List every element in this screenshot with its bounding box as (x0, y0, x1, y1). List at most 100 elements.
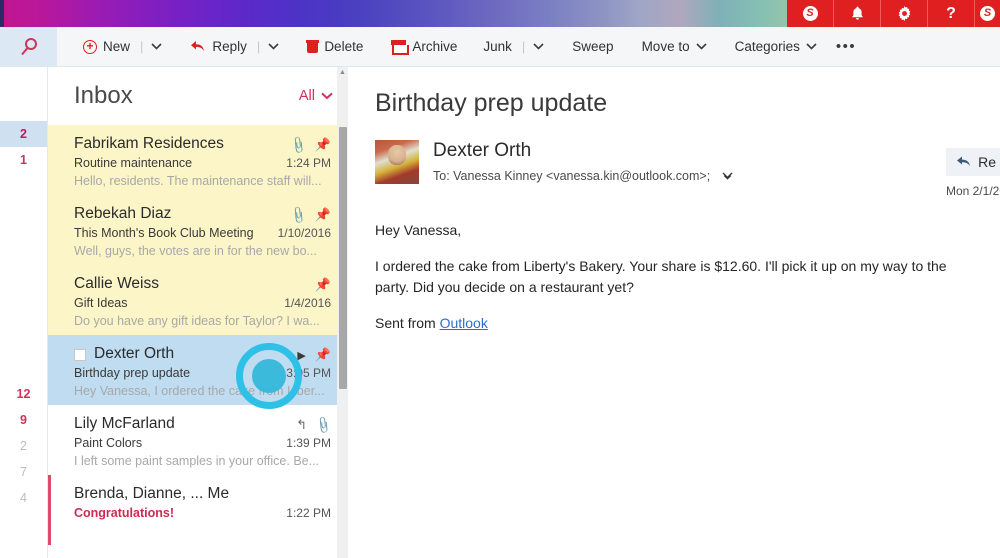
pin-icon[interactable]: 📌 (315, 277, 331, 293)
junk-button[interactable]: Junk (474, 33, 521, 61)
outlook-window: S ? S + New | Reply | Delete Archive Jun… (0, 0, 1000, 558)
list-item[interactable]: Callie Weiss 📌 Gift Ideas 1/4/2016 Do yo… (48, 265, 347, 335)
message-rows: Fabrikam Residences 📎 📌 Routine maintena… (48, 125, 347, 545)
new-label: New (103, 39, 131, 54)
message-body: Hey Vanessa, I ordered the cake from Lib… (375, 220, 975, 333)
message-subject: Birthday prep update (375, 89, 608, 117)
reply-label: Reply (212, 39, 247, 54)
reply-button[interactable]: Re (946, 148, 1000, 176)
new-dropdown-caret-icon[interactable] (144, 39, 169, 54)
sidebar-item-count-12[interactable]: 12 (0, 381, 47, 407)
sidebar-item-count-4[interactable]: 4 (0, 485, 47, 511)
junk-dropdown-caret-icon[interactable] (526, 39, 551, 54)
sender-name: Lily McFarland (74, 415, 175, 432)
flag-arrow-icon[interactable]: ▶ (297, 349, 305, 362)
select-checkbox[interactable] (74, 349, 86, 361)
sweep-button[interactable]: Sweep (563, 33, 622, 61)
reply-dropdown-caret-icon[interactable] (261, 39, 286, 54)
row-top: Brenda, Dianne, ... Me (74, 485, 331, 503)
sender-name: Fabrikam Residences (74, 135, 224, 152)
list-item[interactable]: Brenda, Dianne, ... Me Congratulations! … (48, 475, 347, 545)
row-top: Dexter Orth ▶ 📌 (74, 345, 331, 363)
sender-name: Dexter Orth (94, 345, 175, 362)
scroll-up-arrow-icon[interactable]: ▲ (337, 67, 348, 78)
row-mid: Routine maintenance 1:24 PM (74, 156, 331, 170)
delete-button[interactable]: Delete (298, 33, 372, 61)
expand-recipients-caret-icon[interactable] (722, 172, 733, 180)
sidebar-item-inbox-count[interactable]: 2 (0, 121, 47, 147)
settings-gear-icon[interactable] (881, 0, 928, 27)
account-icon[interactable]: S (975, 0, 1000, 27)
subject-line: Routine maintenance (74, 156, 193, 170)
reply-label: Re (978, 154, 996, 170)
list-item[interactable]: Fabrikam Residences 📎 📌 Routine maintena… (48, 125, 347, 195)
bell-glyph (851, 6, 863, 20)
row-mid: Congratulations! 1:22 PM (74, 506, 331, 520)
help-icon[interactable]: ? (928, 0, 975, 27)
skype-icon[interactable]: S (787, 0, 834, 27)
move-to-caret-icon (696, 43, 707, 50)
junk-label: Junk (483, 39, 512, 54)
pin-icon[interactable]: 📌 (315, 137, 331, 153)
row-top: Fabrikam Residences 📎 📌 (74, 135, 331, 155)
subject-line: Paint Colors (74, 436, 143, 450)
list-item[interactable]: Rebekah Diaz 📎 📌 This Month's Book Club … (48, 195, 347, 265)
row-top: Callie Weiss 📌 (74, 275, 331, 293)
top-gradient-bar: S ? S (0, 0, 1000, 27)
recipients-line: To: Vanessa Kinney <vanessa.kin@outlook.… (433, 169, 733, 183)
pin-icon[interactable]: 📌 (315, 207, 331, 223)
sender-name: Brenda, Dianne, ... Me (74, 485, 230, 502)
avatar (375, 140, 419, 184)
message-list-pane: Inbox All Fabrikam Residences 📎 📌 Routin… (48, 67, 348, 558)
list-item[interactable]: Lily McFarland ↰ 📎 Paint Colors 1:39 PM … (48, 405, 347, 475)
pin-icon[interactable]: 📌 (315, 347, 331, 363)
sender-block: Dexter Orth To: Vanessa Kinney <vanessa.… (419, 140, 733, 183)
category-accent-bar (48, 475, 51, 545)
reply-button[interactable]: Reply (181, 33, 256, 61)
row-icons: ↰ 📎 (296, 414, 334, 436)
row-icons: ▶ 📌 (297, 345, 331, 363)
list-item-selected[interactable]: Dexter Orth ▶ 📌 Birthday prep update 3:0… (48, 335, 347, 405)
sidebar-item-count-2[interactable]: 2 (0, 433, 47, 459)
plus-circle-icon: + (83, 39, 97, 54)
message-list-scrollbar[interactable]: ▲ (337, 67, 348, 558)
sidebar-item-count-7[interactable]: 7 (0, 459, 47, 485)
outlook-link[interactable]: Outlook (440, 315, 488, 331)
subject-line: This Month's Book Club Meeting (74, 226, 254, 240)
attachment-clip-icon: 📎 (313, 414, 334, 436)
archive-label: Archive (412, 39, 458, 54)
sidebar-item-count-1[interactable]: 1 (0, 147, 47, 173)
timestamp: 3:05 PM (286, 366, 331, 380)
account-glyph: S (980, 6, 995, 21)
filter-dropdown[interactable]: All (299, 88, 333, 104)
categories-button[interactable]: Categories (726, 33, 826, 61)
reply-arrow-icon (191, 40, 205, 51)
row-mid: Birthday prep update 3:05 PM (74, 366, 331, 380)
notifications-bell-icon[interactable] (834, 0, 881, 27)
sweep-label: Sweep (572, 39, 614, 54)
scrollbar-thumb[interactable] (339, 127, 347, 389)
archive-button[interactable]: Archive (382, 33, 466, 61)
help-glyph: ? (946, 4, 956, 22)
sidebar-item-count-9[interactable]: 9 (0, 407, 47, 433)
preview-text: Hey Vanessa, I ordered the cake from Lib… (74, 384, 325, 398)
sender-name: Callie Weiss (74, 275, 159, 292)
move-to-label: Move to (641, 39, 690, 54)
reading-pane: Birthday prep update Dexter Orth To: Van… (349, 67, 1000, 558)
timestamp: 1:39 PM (286, 436, 331, 450)
more-commands-button[interactable]: ••• (826, 34, 866, 59)
folder-nav-rail: 2 1 12 9 2 7 4 (0, 67, 48, 558)
command-bar: + New | Reply | Delete Archive Junk | Sw… (0, 26, 1000, 67)
new-button[interactable]: + New (74, 33, 139, 61)
search-button[interactable] (0, 26, 57, 67)
row-icons: 📎 📌 (288, 205, 331, 225)
categories-label: Categories (734, 39, 800, 54)
preview-text: Do you have any gift ideas for Taylor? I… (74, 314, 320, 328)
move-to-button[interactable]: Move to (633, 33, 716, 61)
